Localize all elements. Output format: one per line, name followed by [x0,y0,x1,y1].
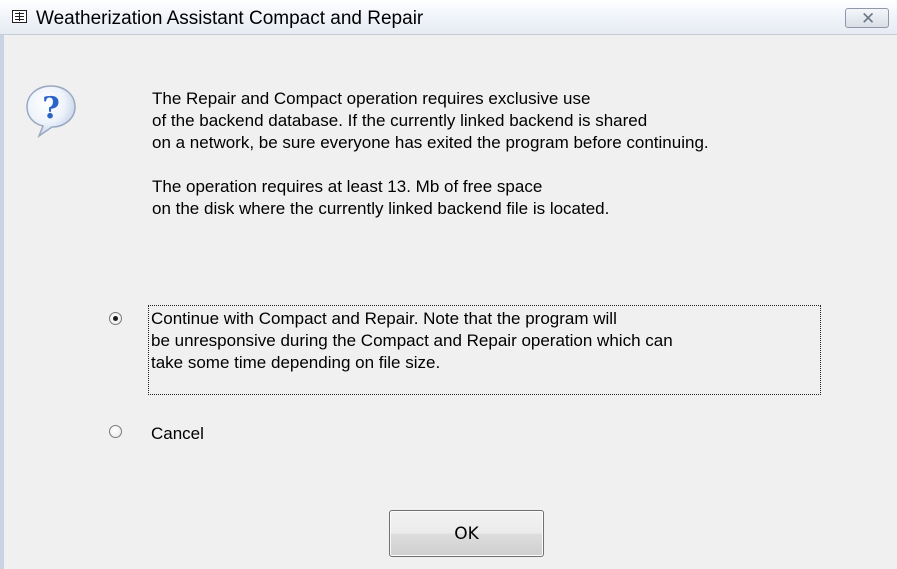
title-bar[interactable]: Weatherization Assistant Compact and Rep… [0,0,897,35]
message-line: The operation requires at least 13. Mb o… [152,177,543,196]
message-text: The Repair and Compact operation require… [152,88,892,220]
message-line: of the backend database. If the currentl… [152,111,648,130]
svg-text:?: ? [42,91,60,126]
option-line: Cancel [151,424,204,443]
option-line: Continue with Compact and Repair. Note t… [151,309,617,328]
continue-radio[interactable] [109,312,122,325]
option-line: be unresponsive during the Compact and R… [151,331,673,350]
ok-button[interactable]: OK [389,510,544,557]
question-icon: ? [26,85,76,138]
message-line: The Repair and Compact operation require… [152,89,591,108]
close-icon: ✕ [861,9,876,29]
window-border [0,35,4,569]
form-icon[interactable] [12,10,27,23]
message-line: on a network, be sure everyone has exite… [152,133,709,152]
ok-button-label: OK [454,524,479,544]
cancel-option-label[interactable]: Cancel [151,423,204,445]
close-button[interactable]: ✕ [845,8,889,29]
cancel-radio[interactable] [109,425,122,438]
option-line: take some time depending on file size. [151,353,441,372]
continue-option-label[interactable]: Continue with Compact and Repair. Note t… [148,305,821,395]
window-title: Weatherization Assistant Compact and Rep… [36,8,424,29]
message-line: on the disk where the currently linked b… [152,199,610,218]
